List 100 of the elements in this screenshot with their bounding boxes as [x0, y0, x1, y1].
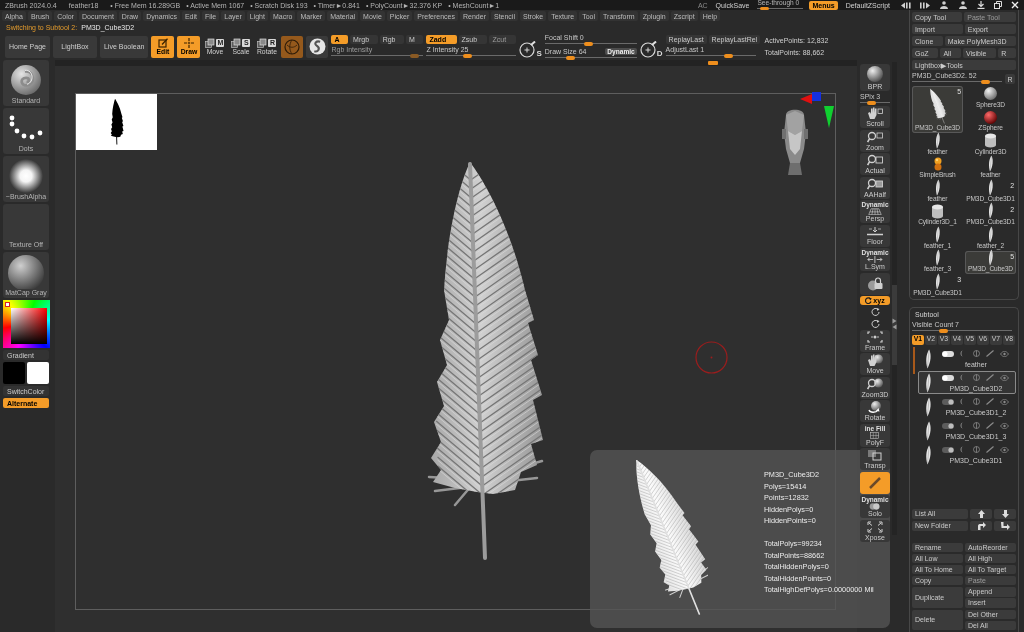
cubes-icon [231, 37, 242, 48]
outdent-button[interactable] [994, 520, 1016, 531]
slider-track[interactable] [757, 7, 804, 10]
toggle-pill-icon[interactable] [942, 398, 954, 405]
lower-button[interactable] [994, 508, 1016, 519]
symmetry-arrows-icon [867, 256, 883, 263]
crosshair-icon [183, 37, 194, 48]
quill-thumbnail-icon [987, 249, 994, 267]
slider-thumb[interactable] [723, 54, 733, 58]
quill-thumbnail-icon [924, 348, 932, 369]
close-icon[interactable] [1011, 1, 1019, 9]
ball-outline-icon [284, 38, 301, 55]
restore-icon[interactable] [994, 1, 1002, 9]
position-tick-icon [708, 61, 718, 65]
ground-line-icon [866, 226, 884, 237]
two-balls-icon [869, 503, 881, 510]
eye-icon[interactable] [1000, 422, 1009, 429]
slider-track[interactable] [665, 54, 756, 58]
plus-circle-icon[interactable] [639, 40, 657, 58]
corner-marker-icon[interactable] [5, 302, 10, 307]
hand-ball-icon [867, 354, 883, 366]
figure-icon[interactable] [939, 1, 949, 9]
slider-thumb[interactable] [462, 54, 472, 58]
slider-track[interactable] [912, 80, 1002, 84]
split-circle-icon[interactable] [973, 374, 980, 381]
magnifier-icon [867, 130, 883, 143]
quill-thumbnail-icon [987, 178, 994, 196]
slider-thumb[interactable] [760, 7, 770, 10]
viewport-button[interactable] [860, 272, 890, 295]
slider-thumb[interactable] [867, 100, 877, 105]
indent-button[interactable] [970, 520, 992, 531]
slanted-line-icon[interactable] [986, 350, 994, 357]
slider-thumb[interactable] [566, 55, 576, 60]
magnifier-box-icon [867, 177, 883, 190]
quill-silhouette-icon [109, 99, 124, 145]
overlap-squares-icon [867, 449, 883, 461]
toggle-pill-icon[interactable] [942, 446, 954, 453]
hue-picker[interactable] [3, 300, 50, 348]
slanted-line-icon[interactable] [986, 398, 994, 405]
paint-swatch[interactable] [3, 362, 25, 384]
slider-track[interactable] [426, 54, 517, 58]
swirl-ball-icon [308, 38, 326, 55]
magnifier-box-icon [867, 154, 883, 166]
padlock-icon [867, 276, 883, 291]
scrollbar[interactable] [913, 346, 915, 374]
collapse-arrows-icon[interactable] [892, 318, 897, 330]
download-icon[interactable] [977, 1, 985, 9]
step-forward-icon[interactable] [920, 1, 930, 9]
split-circle-icon[interactable] [973, 422, 980, 429]
eye-icon[interactable] [1000, 350, 1009, 357]
split-circle-icon[interactable] [973, 446, 980, 453]
split-circle-icon[interactable] [973, 350, 980, 357]
toggle-pill-icon[interactable] [942, 350, 954, 357]
dot-trail-icon [8, 113, 44, 142]
ball-arrow-icon [867, 401, 883, 413]
toggle-pill-icon[interactable] [942, 374, 954, 381]
figure-icon[interactable] [958, 1, 968, 9]
slider-track[interactable] [912, 328, 1012, 333]
slanted-line-icon[interactable] [986, 374, 994, 381]
quill-thumbnail-icon [924, 372, 932, 393]
slider-track[interactable] [860, 100, 890, 105]
eye-icon[interactable] [1000, 374, 1009, 381]
plus-circle-icon[interactable] [519, 40, 537, 58]
tube-icon [984, 133, 997, 149]
slider-track[interactable] [331, 54, 424, 58]
split-circle-icon[interactable] [973, 398, 980, 405]
quill-thumbnail-icon [934, 178, 941, 196]
quill-thumbnail-icon [934, 225, 941, 243]
slider-thumb[interactable] [939, 328, 949, 333]
hand-icon [867, 107, 883, 119]
scrollbar[interactable] [892, 62, 897, 535]
soft-glow-icon [9, 158, 43, 193]
pencil-frame-icon [157, 37, 168, 48]
curved-arrow-icon [865, 297, 873, 304]
sculpt-mode-button[interactable] [306, 35, 329, 58]
glossy-ball-icon [984, 110, 997, 124]
shortcut-key: D [656, 49, 663, 58]
step-back-icon[interactable] [901, 1, 911, 9]
eye-icon[interactable] [1000, 446, 1009, 453]
quill-thumbnail-icon [934, 272, 941, 290]
quill-thumbnail-icon [924, 444, 932, 465]
corner-arrows-icon [867, 520, 883, 533]
slanted-line-icon[interactable] [986, 422, 994, 429]
quill-thumbnail-icon [934, 131, 941, 149]
arrow-down-icon [1001, 509, 1009, 518]
raise-button[interactable] [970, 508, 992, 519]
slider-thumb[interactable] [583, 41, 593, 46]
slider-thumb[interactable] [980, 80, 990, 84]
paint-swatch[interactable] [27, 362, 49, 384]
quill-thumbnail-icon [934, 249, 941, 267]
shaded-ball-icon [867, 65, 883, 82]
toggle-pill-icon[interactable] [942, 422, 954, 429]
eye-icon[interactable] [1000, 398, 1009, 405]
slanted-line-icon[interactable] [986, 446, 994, 453]
tube-icon [931, 203, 944, 219]
shortcut-key: S [536, 49, 542, 58]
quill-thumbnail-icon [987, 225, 994, 243]
mesh-grid-icon [870, 431, 880, 439]
viewport-button[interactable] [860, 471, 890, 494]
cubes-icon [205, 37, 216, 48]
